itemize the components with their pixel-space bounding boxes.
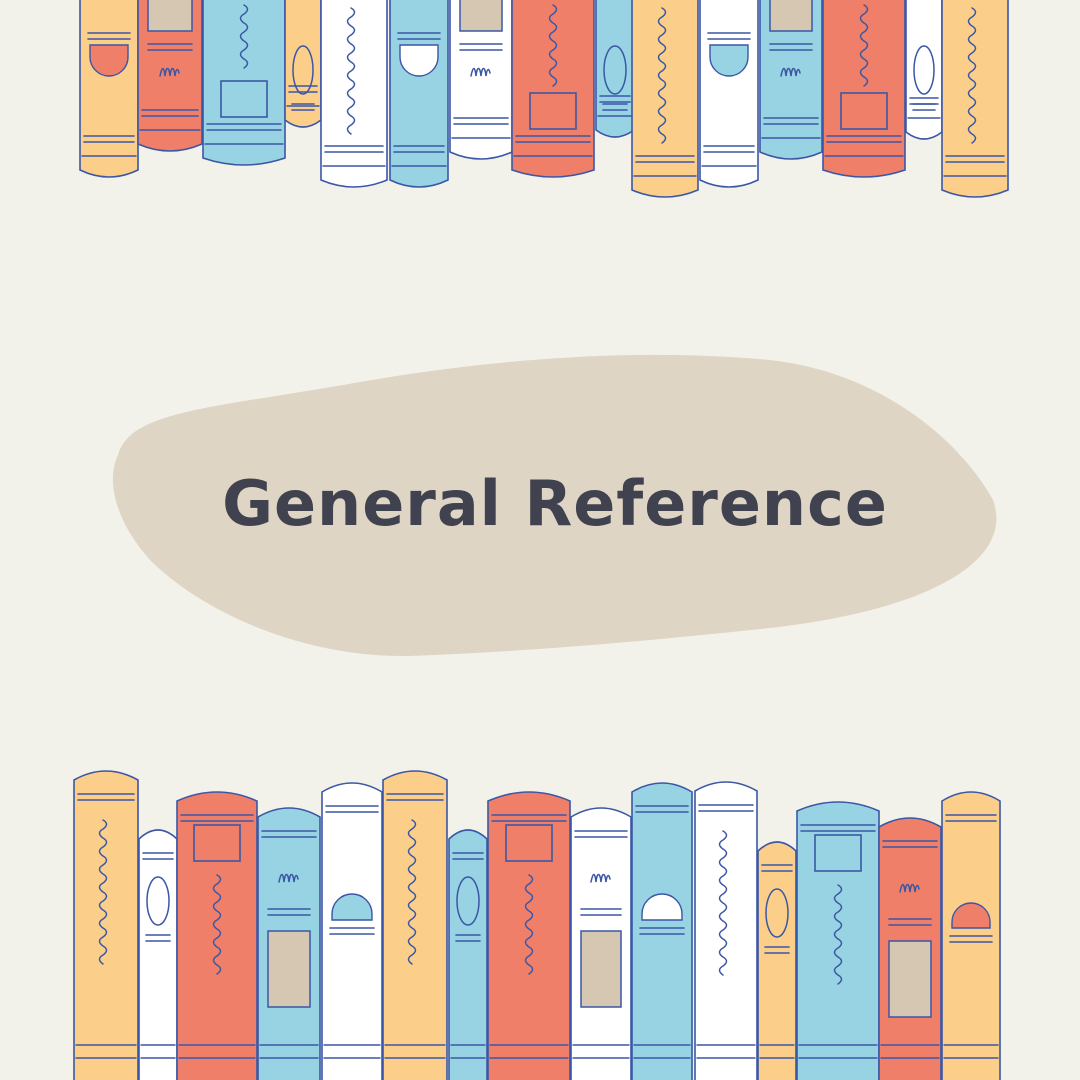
book-spine [822, 0, 906, 178]
book-spine [257, 807, 321, 1080]
semicircle-emblem [399, 44, 439, 77]
bottom-book-row [73, 770, 1001, 1080]
book-spine [176, 791, 258, 1080]
book-spine [905, 0, 943, 140]
book-spine [759, 0, 823, 160]
book-spine [389, 0, 449, 188]
book-spine [941, 0, 1009, 198]
book-spine [757, 841, 797, 1080]
book-spine [699, 0, 759, 188]
book-spine [941, 791, 1001, 1080]
book-spine [631, 0, 699, 198]
label-box [580, 930, 622, 1008]
label-box [147, 0, 193, 32]
book-spine [631, 782, 693, 1080]
top-book-row [79, 0, 1009, 198]
book-spine [320, 0, 388, 188]
page-title: General Reference [222, 466, 888, 540]
book-spine [449, 0, 513, 160]
semicircle-emblem [89, 44, 129, 77]
book-spine [595, 0, 635, 138]
book-spine [487, 791, 571, 1080]
book-spine [448, 829, 488, 1080]
label-box [267, 930, 311, 1008]
book-spine [138, 829, 178, 1080]
book-spine [321, 782, 383, 1080]
book-spine [284, 0, 322, 128]
book-spine [570, 807, 632, 1080]
label-box [888, 940, 932, 1018]
book-spine [137, 0, 203, 152]
book-spine [382, 770, 448, 1080]
book-spine [73, 770, 139, 1080]
book-spine [202, 0, 286, 166]
book-spine [694, 781, 758, 1080]
semicircle-emblem [709, 44, 749, 77]
poster: General Reference [0, 0, 1080, 1080]
book-spine [878, 817, 942, 1080]
label-box [769, 0, 813, 32]
book-spine [796, 801, 880, 1080]
label-box [459, 0, 503, 32]
book-spine [511, 0, 595, 178]
book-spine [79, 0, 139, 178]
